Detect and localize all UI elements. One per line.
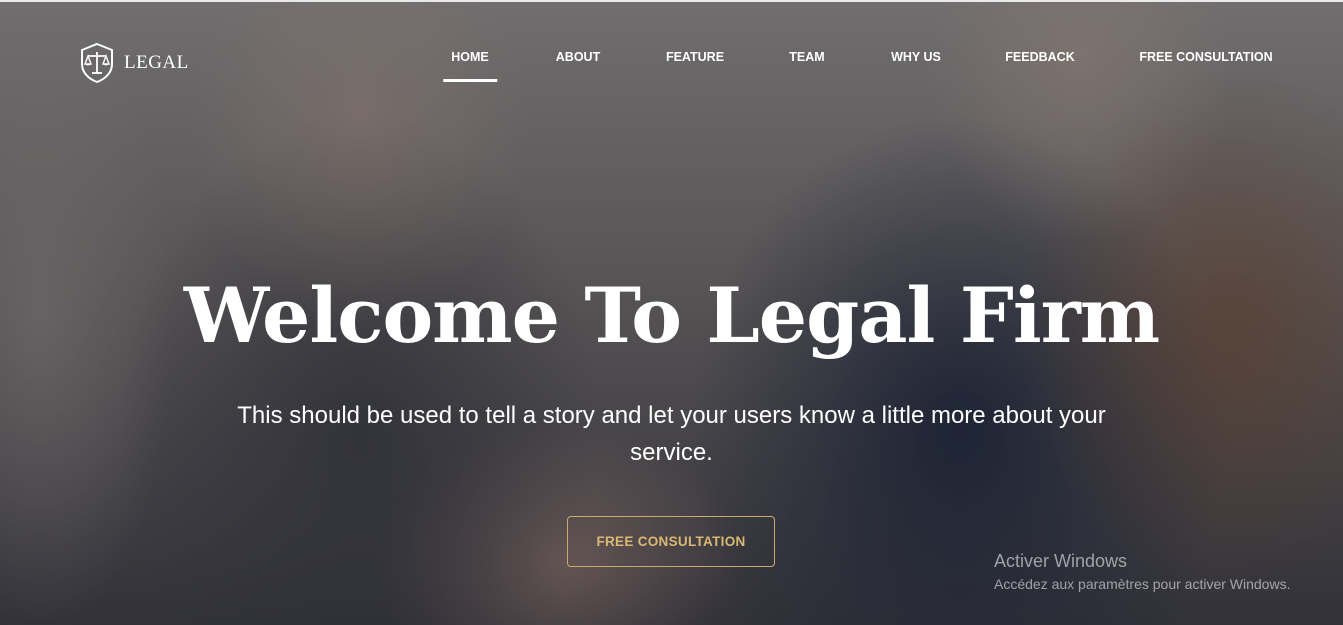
hero-title: Welcome To Legal Firm bbox=[183, 271, 1160, 360]
nav-item-why-us[interactable]: WHY US bbox=[891, 50, 941, 64]
nav-item-about[interactable]: ABOUT bbox=[556, 50, 600, 64]
nav-item-team[interactable]: TEAM bbox=[789, 50, 824, 64]
nav-item-home[interactable]: HOME bbox=[443, 50, 497, 82]
watermark-title: Activer Windows bbox=[994, 551, 1128, 571]
main-nav: HOME ABOUT FEATURE TEAM WHY US FEEDBACK … bbox=[0, 50, 1343, 84]
top-border bbox=[0, 0, 1343, 2]
hero-section: LEGAL HOME ABOUT FEATURE TEAM WHY US FEE… bbox=[0, 0, 1343, 625]
hero-subtitle: This should be used to tell a story and … bbox=[237, 402, 1106, 466]
nav-item-free-consultation[interactable]: FREE CONSULTATION bbox=[1139, 50, 1272, 64]
watermark-subtitle: Accédez aux paramètres pour activer Wind… bbox=[994, 576, 1291, 592]
nav-item-feature[interactable]: FEATURE bbox=[666, 50, 724, 64]
nav-item-feedback[interactable]: FEEDBACK bbox=[1005, 50, 1074, 64]
windows-activation-watermark: Activer Windows Accédez aux paramètres p… bbox=[994, 550, 1290, 594]
free-consultation-button[interactable]: FREE CONSULTATION bbox=[567, 516, 775, 567]
